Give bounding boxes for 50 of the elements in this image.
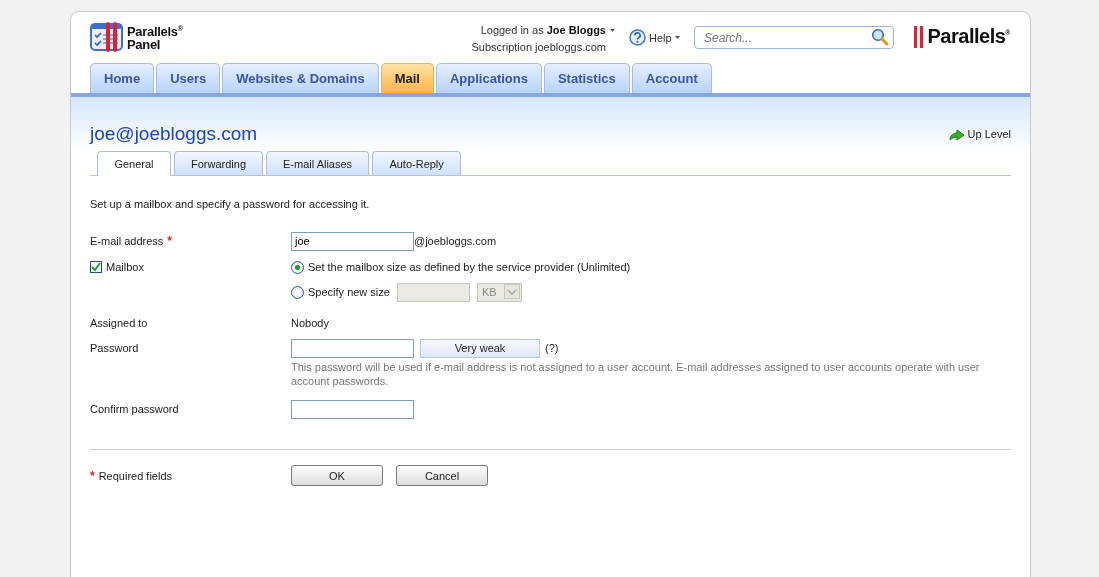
nav-tab[interactable]: Account [631, 63, 712, 93]
page-title: joe@joebloggs.com [90, 123, 258, 145]
radio-button[interactable] [291, 285, 304, 299]
logo-text: Parallels$^{®}$ [127, 23, 183, 39]
help-link[interactable]: (?) [545, 342, 559, 354]
required-mark: * [90, 468, 95, 483]
required-mark: * [167, 234, 173, 248]
dropdown-caret-icon[interactable] [674, 36, 680, 39]
domain-suffix: @joebloggs.com [414, 235, 497, 247]
nav-tab[interactable]: Statistics [543, 63, 630, 93]
radio-label[interactable]: Set the mailbox size as defined by the service provider (Unlimited) [308, 261, 631, 273]
logged-in-user[interactable]: Logged in as Joe Bloggs [480, 22, 606, 39]
intro-text: Set up a mailbox and specify a password for accessing it. [90, 198, 371, 210]
password-strength-meter: Very weak [420, 338, 540, 358]
radio-button[interactable] [291, 260, 304, 274]
sub-tab[interactable]: E-mail Aliases [266, 151, 370, 175]
field-label: Confirm password [90, 403, 179, 415]
subscription-text: Subscription joebloggs.com [471, 40, 606, 55]
search-field[interactable]: Search... [694, 26, 894, 49]
assigned-value: Nobody [291, 317, 329, 329]
nav-tab[interactable]: Mail [380, 63, 434, 93]
sub-tab[interactable]: General [97, 151, 171, 176]
brand-bars-icon [913, 25, 923, 48]
logo-subtext: Panel [127, 38, 162, 52]
form-button[interactable]: Cancel [396, 465, 488, 486]
up-level-link[interactable]: Up Level [967, 128, 1011, 140]
nav-tab[interactable]: Home [90, 63, 155, 93]
sub-tab[interactable]: Forwarding [174, 151, 264, 175]
nav-tab[interactable]: Applications [435, 63, 542, 93]
field-label: Password [90, 342, 139, 354]
app-logo-icon [90, 22, 123, 52]
field-label: E-mail address [90, 235, 164, 247]
dropdown-caret-icon[interactable] [610, 29, 615, 32]
required-note: Required fields [98, 469, 173, 482]
help-menu[interactable]: Help [649, 31, 672, 44]
password-hint: This password will be used if e-mail address is not assigned to a user account. E-mail addresses assigned to user accounts operate with user account passwords. [291, 360, 981, 388]
nav-tab[interactable]: Websites & Domains [222, 63, 379, 93]
email-input[interactable]: joe [291, 231, 414, 251]
nav-tab[interactable]: Users [156, 63, 221, 93]
radio-label[interactable]: Specify new size [308, 286, 390, 298]
mailbox-checkbox[interactable] [90, 261, 102, 273]
confirm-password-input[interactable] [291, 399, 414, 419]
help-icon[interactable] [629, 29, 646, 46]
field-label: Assigned to [90, 317, 148, 329]
password-input[interactable] [291, 338, 414, 358]
brand-logo-text: Parallels$^{®}$ [927, 25, 1010, 48]
sub-tab[interactable]: Auto-Reply [372, 151, 462, 175]
form-button[interactable]: OK [291, 465, 383, 486]
search-icon[interactable] [871, 28, 889, 46]
checkbox-label[interactable]: Mailbox [106, 261, 144, 273]
